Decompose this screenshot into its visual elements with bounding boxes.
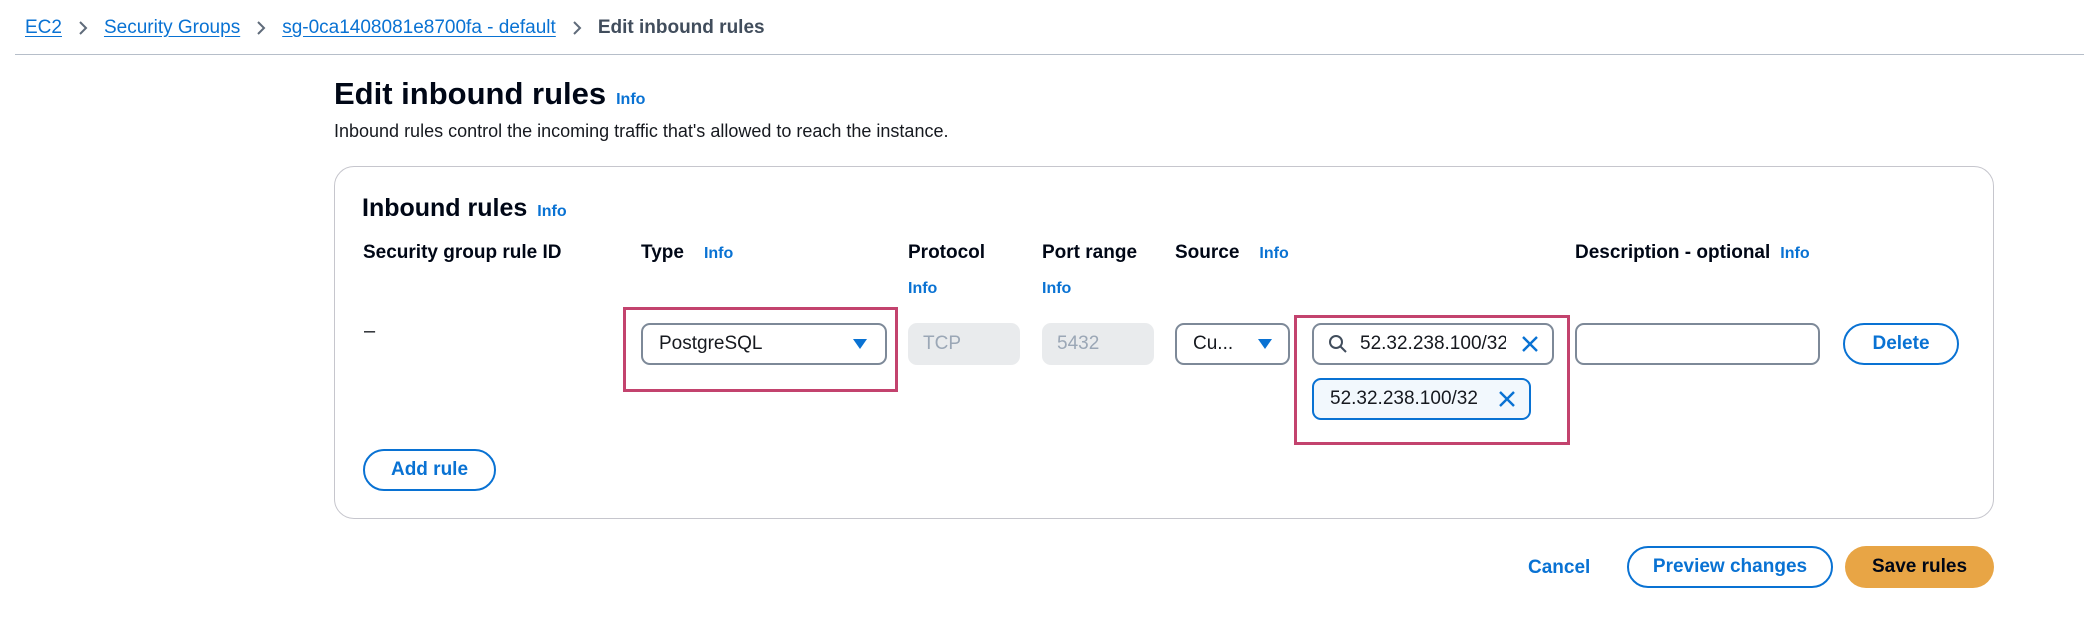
- description-input[interactable]: [1575, 323, 1820, 365]
- search-icon: [1328, 334, 1348, 354]
- column-header-source: Source Info: [1175, 242, 1289, 264]
- port-range-field: 5432: [1042, 323, 1154, 365]
- page-title: Edit inbound rules: [334, 76, 607, 111]
- caret-down-icon: [853, 339, 867, 349]
- column-label: Security group rule ID: [363, 242, 562, 263]
- protocol-field: TCP: [908, 323, 1020, 365]
- rule-id-value: –: [364, 320, 376, 342]
- remove-token-icon[interactable]: [1497, 389, 1517, 415]
- breadcrumb-current: Edit inbound rules: [597, 17, 765, 38]
- panel-header: Inbound rules Info: [362, 194, 567, 223]
- cidr-input-value: 52.32.238.100/32: [1360, 333, 1506, 354]
- page-info-link[interactable]: Info: [616, 91, 645, 109]
- chevron-right-icon: [78, 20, 88, 36]
- header-divider: [15, 54, 2084, 55]
- clear-input-icon[interactable]: [1520, 334, 1540, 360]
- column-header-protocol: Protocol: [908, 242, 985, 264]
- description-info-link[interactable]: Info: [1780, 245, 1809, 263]
- chevron-right-icon: [256, 20, 266, 36]
- source-info-link[interactable]: Info: [1259, 245, 1288, 263]
- column-header-description: Description - optional Info: [1575, 242, 1810, 264]
- column-label: Protocol: [908, 242, 986, 263]
- column-header-port-range: Port range: [1042, 242, 1137, 264]
- save-rules-button[interactable]: Save rules: [1845, 546, 1994, 588]
- type-select-value: PostgreSQL: [659, 333, 763, 354]
- breadcrumb-ec2[interactable]: EC2: [25, 17, 62, 39]
- breadcrumb: EC2 Security Groups sg-0ca1408081e8700fa…: [25, 14, 765, 42]
- column-label: Description - optional: [1575, 242, 1771, 263]
- column-label: Source: [1175, 242, 1240, 263]
- cidr-token: 52.32.238.100/32: [1312, 378, 1531, 420]
- cidr-search-input[interactable]: 52.32.238.100/32: [1312, 323, 1554, 365]
- delete-rule-button[interactable]: Delete: [1843, 323, 1959, 365]
- cidr-token-label: 52.32.238.100/32: [1330, 388, 1478, 409]
- add-rule-button[interactable]: Add rule: [363, 449, 496, 491]
- preview-changes-button[interactable]: Preview changes: [1627, 546, 1833, 588]
- page-header: Edit inbound rules Info: [334, 76, 645, 112]
- chevron-right-icon: [572, 20, 582, 36]
- source-select-value: Cu...: [1193, 333, 1234, 354]
- caret-down-icon: [1258, 339, 1272, 349]
- port-range-info-link[interactable]: Info: [1042, 280, 1071, 298]
- type-select[interactable]: PostgreSQL: [641, 323, 887, 365]
- breadcrumb-security-groups[interactable]: Security Groups: [104, 17, 240, 39]
- cancel-button[interactable]: Cancel: [1528, 557, 1590, 579]
- type-info-link[interactable]: Info: [704, 245, 733, 263]
- breadcrumb-security-group[interactable]: sg-0ca1408081e8700fa - default: [282, 17, 556, 39]
- column-header-type: Type Info: [641, 242, 733, 264]
- column-header-rule-id: Security group rule ID: [363, 242, 561, 264]
- source-select[interactable]: Cu...: [1175, 323, 1290, 365]
- protocol-info-link[interactable]: Info: [908, 280, 937, 298]
- panel-title: Inbound rules: [362, 194, 528, 222]
- panel-info-link[interactable]: Info: [537, 203, 566, 221]
- page-description: Inbound rules control the incoming traff…: [334, 121, 949, 141]
- column-label: Type: [641, 242, 684, 263]
- inbound-rules-panel: Inbound rules Info Security group rule I…: [334, 166, 1994, 519]
- column-label: Port range: [1042, 242, 1138, 263]
